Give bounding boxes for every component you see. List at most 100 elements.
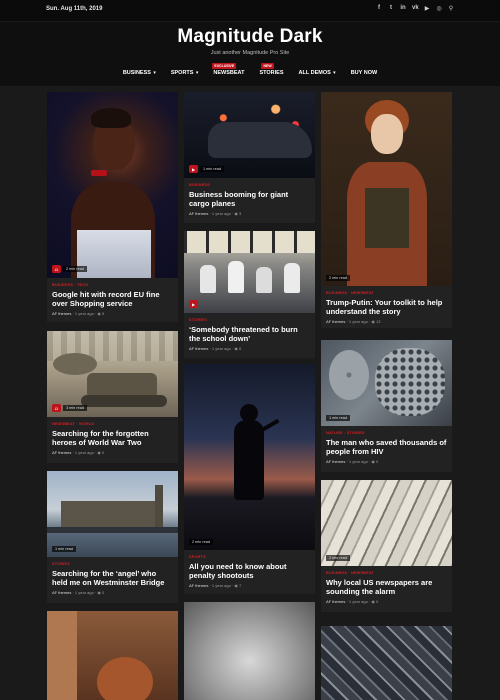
linkedin-icon[interactable]: in xyxy=(400,5,406,12)
post-category[interactable]: BUSINESS · NEWSBEAT xyxy=(326,291,447,296)
post-category[interactable]: BUSINESS · TECH xyxy=(52,283,173,288)
nav-label: BUY NOW xyxy=(350,70,378,76)
hair-shape xyxy=(91,108,131,128)
post-title[interactable]: Searching for the ‘angel’ who held me on… xyxy=(52,569,173,587)
post-title[interactable]: Searching for the forgotten heroes of Wo… xyxy=(52,429,173,447)
read-time-tag: ▶ 1 min read xyxy=(189,165,224,173)
eye-icon: ◉ xyxy=(234,211,238,216)
post-title[interactable]: Trump-Putin: Your toolkit to help unders… xyxy=(326,298,447,316)
post-card[interactable] xyxy=(47,611,178,700)
post-card[interactable]: ▶ STORIES ‘Somebody threatened to burn t… xyxy=(184,231,315,358)
nav-item-sports[interactable]: SPORTS ▾ xyxy=(171,70,199,76)
site-title[interactable]: Magnitude Dark xyxy=(0,26,500,48)
leopard-shape xyxy=(375,348,445,416)
post-author[interactable]: AF themes xyxy=(189,211,208,216)
post-card[interactable]: 2 min read BUSINESS · NEWSBEAT Trump-Put… xyxy=(321,92,452,328)
post-thumbnail[interactable]: 1 min read xyxy=(321,340,452,426)
nav-item-buy-now[interactable]: BUY NOW xyxy=(351,70,377,76)
new-badge: NEW xyxy=(261,63,274,69)
wall-shape xyxy=(47,611,77,700)
post-meta: AF themes · 1 year ago · ◉ 0 xyxy=(52,590,105,595)
nav-item-newsbeat[interactable]: EXCLUSIVE NEWSBEAT xyxy=(212,63,244,76)
video-icon: ▶ xyxy=(189,300,198,308)
eye-icon: ◉ xyxy=(234,583,238,588)
post-title[interactable]: Why local US newspapers are sounding the… xyxy=(326,578,447,596)
student-shape xyxy=(256,267,272,293)
post-views: 6 xyxy=(239,346,242,351)
nav-item-business[interactable]: BUSINESS ▾ xyxy=(123,70,156,76)
post-card[interactable]: ◘ 3 min read NEWSBEAT · WORLD Searching … xyxy=(47,331,178,463)
post-category[interactable]: STORIES xyxy=(52,562,173,567)
facebook-icon[interactable]: f xyxy=(376,5,382,12)
car-shape xyxy=(208,122,312,158)
nav-label: STORIES xyxy=(259,70,284,76)
eye-icon: ◉ xyxy=(97,311,101,316)
search-icon[interactable]: ⚲ xyxy=(448,5,454,12)
post-thumbnail[interactable]: ◘ 3 min read xyxy=(47,331,178,417)
post-title[interactable]: ‘Somebody threatened to burn the school … xyxy=(189,325,310,343)
post-card[interactable] xyxy=(184,602,315,700)
post-card[interactable]: 1 min read NATURE · STORIES The man who … xyxy=(321,340,452,472)
post-category[interactable]: BUSINESS · NEWSBEAT xyxy=(326,571,447,576)
post-category[interactable]: NATURE · STORIES xyxy=(326,431,447,436)
post-views: 13 xyxy=(376,319,381,324)
twitter-icon[interactable]: t xyxy=(388,5,394,12)
post-meta: AF themes · 1 year ago · ◉ 0 xyxy=(52,450,105,455)
post-title[interactable]: All you need to know about penalty shoot… xyxy=(189,562,310,580)
post-thumbnail[interactable]: ▶ xyxy=(184,231,315,313)
post-category[interactable]: SPORTS xyxy=(189,555,310,560)
read-time-tag: ◘ 3 min read xyxy=(52,404,87,412)
post-time: 1 year ago xyxy=(348,459,368,464)
eye-icon: ◉ xyxy=(371,599,375,604)
post-thumbnail[interactable]: ◘ 2 min read xyxy=(47,92,178,278)
post-category[interactable]: NEWSBEAT · WORLD xyxy=(52,422,173,427)
post-thumbnail[interactable]: 2 min read xyxy=(321,480,452,566)
read-time: 1 min read xyxy=(200,166,224,172)
student-shape xyxy=(284,263,300,293)
post-card[interactable]: 1 min read STORIES Searching for the ‘an… xyxy=(47,471,178,603)
post-author[interactable]: AF themes xyxy=(189,583,208,588)
post-views: 0 xyxy=(376,599,379,604)
post-author[interactable]: AF themes xyxy=(52,311,71,316)
post-views: 5 xyxy=(102,311,105,316)
read-time-tag: 1 min read xyxy=(326,415,350,421)
instagram-icon[interactable]: ◎ xyxy=(436,5,442,12)
tank-track-shape xyxy=(81,395,167,407)
post-thumbnail[interactable] xyxy=(184,602,315,700)
site-header: Magnitude Dark Just another Magnitude Pr… xyxy=(0,22,500,86)
youtube-icon[interactable]: ▶ xyxy=(424,5,430,12)
nav-label: ALL DEMOS xyxy=(298,70,331,76)
post-thumbnail[interactable]: 2 min read xyxy=(184,364,315,550)
vk-icon[interactable]: vk xyxy=(412,5,419,12)
post-card[interactable] xyxy=(321,626,452,700)
post-author[interactable]: AF themes xyxy=(326,599,345,604)
eye-icon: ◉ xyxy=(97,590,101,595)
post-thumbnail[interactable]: ▶ 1 min read xyxy=(184,92,315,178)
post-card[interactable]: ◘ 2 min read BUSINESS · TECH Google hit … xyxy=(47,92,178,322)
read-time: 3 min read xyxy=(63,405,87,411)
post-author[interactable]: AF themes xyxy=(326,319,345,324)
post-author[interactable]: AF themes xyxy=(52,450,71,455)
post-thumbnail[interactable] xyxy=(47,611,178,700)
post-card[interactable]: 2 min read SPORTS All you need to know a… xyxy=(184,364,315,594)
post-thumbnail[interactable]: 1 min read xyxy=(47,471,178,557)
post-category[interactable]: STORIES xyxy=(189,318,310,323)
student-shape xyxy=(228,261,244,293)
post-category[interactable]: BUSINESS xyxy=(189,183,310,188)
post-title[interactable]: Business booming for giant cargo planes xyxy=(189,190,310,208)
read-time-tag: 1 min read xyxy=(52,546,76,552)
post-title[interactable]: The man who saved thousands of people fr… xyxy=(326,438,447,456)
site-tagline: Just another Magnitude Pro Site xyxy=(210,50,290,56)
nav-item-all-demos[interactable]: ALL DEMOS ▾ xyxy=(299,70,336,76)
nav-label: BUSINESS xyxy=(122,70,151,76)
post-thumbnail[interactable]: 2 min read xyxy=(321,92,452,286)
post-title[interactable]: Google hit with record EU fine over Shop… xyxy=(52,290,173,308)
post-card[interactable]: ▶ 1 min read BUSINESS Business booming f… xyxy=(184,92,315,223)
post-thumbnail[interactable] xyxy=(321,626,452,700)
nav-item-stories[interactable]: NEW STORIES xyxy=(259,63,284,76)
post-card[interactable]: 2 min read BUSINESS · NEWSBEAT Why local… xyxy=(321,480,452,612)
post-author[interactable]: AF themes xyxy=(52,590,71,595)
read-time: 2 min read xyxy=(63,266,87,272)
post-author[interactable]: AF themes xyxy=(189,346,208,351)
post-author[interactable]: AF themes xyxy=(326,459,345,464)
